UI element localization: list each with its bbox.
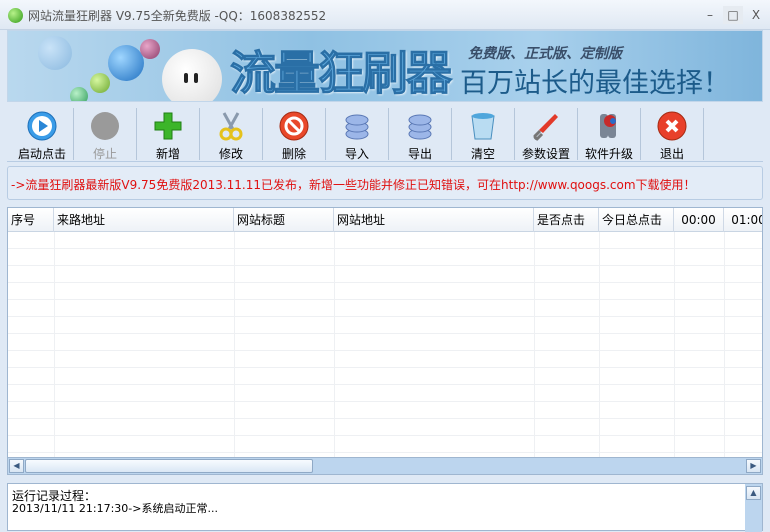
- horizontal-scrollbar[interactable]: ◀ ▶: [8, 457, 762, 474]
- scroll-right-button[interactable]: ▶: [746, 459, 761, 473]
- column-divider: [534, 232, 535, 458]
- app-icon: [8, 8, 23, 23]
- column-divider: [599, 232, 600, 458]
- column-divider: [724, 232, 725, 458]
- table-row: [8, 300, 762, 317]
- plus-icon: [153, 111, 183, 141]
- minimize-button[interactable]: –: [700, 6, 720, 24]
- banner-tagline-small: 免费版、正式版、定制版: [468, 46, 622, 62]
- import-button[interactable]: 导入: [326, 108, 389, 161]
- play-icon: [27, 111, 57, 141]
- table-row: [8, 334, 762, 351]
- wrench-icon: [531, 111, 561, 141]
- settings-button[interactable]: 参数设置: [515, 108, 578, 161]
- upgrade-button[interactable]: 软件升级: [578, 108, 641, 161]
- title-bar: 网站流量狂刷器 V9.75全新免费版 -QQ：1608382552 – □ X: [0, 0, 770, 30]
- column-today-clicks[interactable]: 今日总点击: [599, 208, 674, 232]
- keys-icon: [594, 111, 624, 141]
- column-clicked[interactable]: 是否点击: [534, 208, 599, 232]
- table-row: [8, 283, 762, 300]
- scroll-thumb[interactable]: [25, 459, 313, 473]
- notice-panel: ->流量狂刷器最新版V9.75免费版2013.11.11已发布，新增一些功能并修…: [7, 166, 763, 200]
- column-divider: [674, 232, 675, 458]
- clear-button[interactable]: 清空: [452, 108, 515, 161]
- log-entry: 2013/11/11 21:17:30->系统启动正常...: [12, 502, 218, 515]
- edit-button[interactable]: 修改: [200, 108, 263, 161]
- notice-text[interactable]: ->流量狂刷器最新版V9.75免费版2013.11.11已发布，新增一些功能并修…: [11, 176, 696, 193]
- column-referrer[interactable]: 来路地址: [54, 208, 234, 232]
- column-site-url[interactable]: 网站地址: [334, 208, 534, 232]
- table-row: [8, 385, 762, 402]
- site-table: 序号 来路地址 网站标题 网站地址 是否点击 今日总点击 00:00 01:00…: [7, 207, 763, 475]
- table-row: [8, 368, 762, 385]
- delete-button[interactable]: 删除: [263, 108, 326, 161]
- log-panel: 运行记录过程： 2013/11/11 21:17:30->系统启动正常... ▲: [7, 483, 763, 532]
- maximize-button[interactable]: □: [723, 6, 743, 24]
- column-divider: [334, 232, 335, 458]
- mascot: [162, 49, 222, 101]
- database-import-icon: [342, 111, 372, 141]
- banner-logo: 流量狂刷器: [230, 46, 453, 101]
- bucket-icon: [468, 111, 498, 141]
- window-title: 网站流量狂刷器 V9.75全新免费版 -QQ：1608382552: [28, 9, 327, 23]
- banner: 流量狂刷器 免费版、正式版、定制版 百万站长的最佳选择！: [7, 30, 763, 102]
- column-index[interactable]: 序号: [8, 208, 54, 232]
- banner-tagline: 百万站长的最佳选择！: [460, 68, 730, 99]
- export-button[interactable]: 导出: [389, 108, 452, 161]
- scroll-left-button[interactable]: ◀: [9, 459, 24, 473]
- table-row: [8, 436, 762, 453]
- stop-button[interactable]: 停止: [74, 108, 137, 161]
- exit-button[interactable]: 退出: [641, 108, 704, 161]
- vertical-scrollbar[interactable]: ▲: [745, 484, 762, 532]
- column-divider: [234, 232, 235, 458]
- scissors-icon: [216, 111, 246, 141]
- column-divider: [54, 232, 55, 458]
- add-button[interactable]: 新增: [137, 108, 200, 161]
- table-row: [8, 232, 762, 249]
- toolbar: 启动点击 停止 新增 修改 删除 导入 导出 清空 参数设置 软件升级 退出: [7, 106, 763, 162]
- column-site-title[interactable]: 网站标题: [234, 208, 334, 232]
- database-export-icon: [405, 111, 435, 141]
- column-0100[interactable]: 01:00: [724, 208, 762, 232]
- scroll-up-button[interactable]: ▲: [746, 486, 761, 500]
- stop-icon: [90, 111, 120, 141]
- column-0000[interactable]: 00:00: [674, 208, 724, 232]
- table-row: [8, 317, 762, 334]
- table-row: [8, 402, 762, 419]
- table-row: [8, 419, 762, 436]
- delete-icon: [279, 111, 309, 141]
- start-click-button[interactable]: 启动点击: [11, 108, 74, 161]
- table-row: [8, 351, 762, 368]
- table-header: 序号 来路地址 网站标题 网站地址 是否点击 今日总点击 00:00 01:00: [8, 208, 762, 232]
- table-row: [8, 249, 762, 266]
- table-row: [8, 266, 762, 283]
- close-button[interactable]: X: [746, 6, 766, 24]
- exit-icon: [657, 111, 687, 141]
